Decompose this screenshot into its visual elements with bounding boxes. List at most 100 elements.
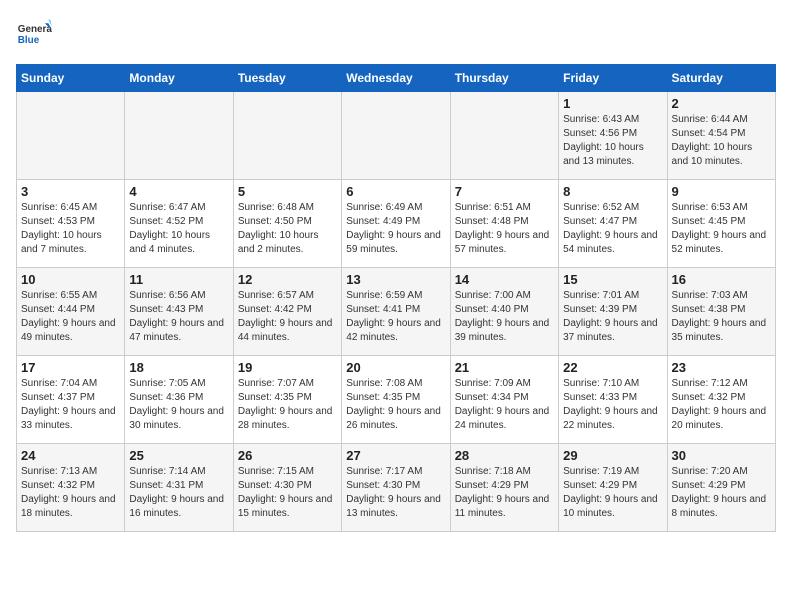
day-info: Sunrise: 7:19 AM Sunset: 4:29 PM Dayligh… bbox=[563, 465, 662, 521]
day-info: Sunrise: 6:45 AM Sunset: 4:53 PM Dayligh… bbox=[21, 201, 120, 257]
day-number: 22 bbox=[563, 360, 662, 375]
day-info: Sunrise: 7:18 AM Sunset: 4:29 PM Dayligh… bbox=[455, 465, 554, 521]
calendar-cell: 2Sunrise: 6:44 AM Sunset: 4:54 PM Daylig… bbox=[667, 92, 775, 180]
calendar-cell bbox=[342, 92, 450, 180]
day-info: Sunrise: 6:59 AM Sunset: 4:41 PM Dayligh… bbox=[346, 289, 445, 345]
day-info: Sunrise: 7:14 AM Sunset: 4:31 PM Dayligh… bbox=[129, 465, 228, 521]
calendar-table: SundayMondayTuesdayWednesdayThursdayFrid… bbox=[16, 64, 776, 532]
week-row: 1 Sunrise: 6:43 AM Sunset: 4:56 PM Daylig… bbox=[17, 92, 776, 180]
day-info: Sunrise: 7:17 AM Sunset: 4:30 PM Dayligh… bbox=[346, 465, 445, 521]
day-number: 3 bbox=[21, 184, 120, 199]
day-number: 17 bbox=[21, 360, 120, 375]
day-number: 14 bbox=[455, 272, 554, 287]
day-number: 24 bbox=[21, 448, 120, 463]
day-number: 6 bbox=[346, 184, 445, 199]
calendar-cell: 28 Sunrise: 7:18 AM Sunset: 4:29 PM Dayli… bbox=[450, 444, 558, 532]
day-info: Sunrise: 7:03 AM Sunset: 4:38 PM Dayligh… bbox=[672, 289, 771, 345]
day-info: Sunrise: 7:09 AM Sunset: 4:34 PM Dayligh… bbox=[455, 377, 554, 433]
day-number: 4 bbox=[129, 184, 228, 199]
day-info: Sunrise: 7:13 AM Sunset: 4:32 PM Dayligh… bbox=[21, 465, 120, 521]
day-header-sunday: Sunday bbox=[17, 65, 125, 92]
calendar-cell: 13 Sunrise: 6:59 AM Sunset: 4:41 PM Dayli… bbox=[342, 268, 450, 356]
svg-text:Blue: Blue bbox=[18, 35, 40, 46]
day-number: 25 bbox=[129, 448, 228, 463]
svg-text:General: General bbox=[18, 24, 52, 35]
calendar-cell: 12 Sunrise: 6:57 AM Sunset: 4:42 PM Dayli… bbox=[233, 268, 341, 356]
calendar-cell bbox=[17, 92, 125, 180]
day-number: 8 bbox=[563, 184, 662, 199]
day-info: Sunrise: 6:51 AM Sunset: 4:48 PM Dayligh… bbox=[455, 201, 554, 257]
day-info: Sunrise: 7:08 AM Sunset: 4:35 PM Dayligh… bbox=[346, 377, 445, 433]
calendar-cell: 8 Sunrise: 6:52 AM Sunset: 4:47 PM Daylig… bbox=[559, 180, 667, 268]
day-number: 28 bbox=[455, 448, 554, 463]
calendar-cell: 27 Sunrise: 7:17 AM Sunset: 4:30 PM Dayli… bbox=[342, 444, 450, 532]
calendar-cell: 22 Sunrise: 7:10 AM Sunset: 4:33 PM Dayli… bbox=[559, 356, 667, 444]
calendar-cell: 4Sunrise: 6:47 AM Sunset: 4:52 PM Daylig… bbox=[125, 180, 233, 268]
day-number: 19 bbox=[238, 360, 337, 375]
calendar-cell: 18 Sunrise: 7:05 AM Sunset: 4:36 PM Dayli… bbox=[125, 356, 233, 444]
calendar-body: 1 Sunrise: 6:43 AM Sunset: 4:56 PM Daylig… bbox=[17, 92, 776, 532]
day-info: Sunrise: 7:10 AM Sunset: 4:33 PM Dayligh… bbox=[563, 377, 662, 433]
day-number: 27 bbox=[346, 448, 445, 463]
calendar-cell: 16 Sunrise: 7:03 AM Sunset: 4:38 PM Dayli… bbox=[667, 268, 775, 356]
calendar-cell: 17 Sunrise: 7:04 AM Sunset: 4:37 PM Dayli… bbox=[17, 356, 125, 444]
day-info: Sunrise: 7:04 AM Sunset: 4:37 PM Dayligh… bbox=[21, 377, 120, 433]
day-info: Sunrise: 6:53 AM Sunset: 4:45 PM Dayligh… bbox=[672, 201, 771, 257]
day-info: Sunrise: 6:52 AM Sunset: 4:47 PM Dayligh… bbox=[563, 201, 662, 257]
day-number: 16 bbox=[672, 272, 771, 287]
calendar-cell: 23Sunrise: 7:12 AM Sunset: 4:32 PM Dayli… bbox=[667, 356, 775, 444]
calendar-cell: 25 Sunrise: 7:14 AM Sunset: 4:31 PM Dayli… bbox=[125, 444, 233, 532]
logo-icon: General Blue bbox=[16, 16, 52, 52]
day-number: 11 bbox=[129, 272, 228, 287]
week-row: 24 Sunrise: 7:13 AM Sunset: 4:32 PM Dayli… bbox=[17, 444, 776, 532]
day-info: Sunrise: 7:05 AM Sunset: 4:36 PM Dayligh… bbox=[129, 377, 228, 433]
day-info: Sunrise: 6:49 AM Sunset: 4:49 PM Dayligh… bbox=[346, 201, 445, 257]
day-number: 26 bbox=[238, 448, 337, 463]
calendar-cell: 21 Sunrise: 7:09 AM Sunset: 4:34 PM Dayli… bbox=[450, 356, 558, 444]
day-number: 1 bbox=[563, 96, 662, 111]
day-header-friday: Friday bbox=[559, 65, 667, 92]
day-info: Sunrise: 7:12 AM Sunset: 4:32 PM Dayligh… bbox=[672, 377, 771, 433]
day-info: Sunrise: 7:00 AM Sunset: 4:40 PM Dayligh… bbox=[455, 289, 554, 345]
day-number: 18 bbox=[129, 360, 228, 375]
day-info: Sunrise: 7:20 AM Sunset: 4:29 PM Dayligh… bbox=[672, 465, 771, 521]
day-header-saturday: Saturday bbox=[667, 65, 775, 92]
day-number: 5 bbox=[238, 184, 337, 199]
calendar-cell: 1 Sunrise: 6:43 AM Sunset: 4:56 PM Daylig… bbox=[559, 92, 667, 180]
day-info: Sunrise: 7:07 AM Sunset: 4:35 PM Dayligh… bbox=[238, 377, 337, 433]
day-number: 29 bbox=[563, 448, 662, 463]
day-header-tuesday: Tuesday bbox=[233, 65, 341, 92]
calendar-cell: 20 Sunrise: 7:08 AM Sunset: 4:35 PM Dayli… bbox=[342, 356, 450, 444]
day-number: 20 bbox=[346, 360, 445, 375]
header: General Blue bbox=[16, 16, 776, 52]
calendar-cell: 15Sunrise: 7:01 AM Sunset: 4:39 PM Dayli… bbox=[559, 268, 667, 356]
day-number: 21 bbox=[455, 360, 554, 375]
day-header-monday: Monday bbox=[125, 65, 233, 92]
calendar-cell: 26 Sunrise: 7:15 AM Sunset: 4:30 PM Dayli… bbox=[233, 444, 341, 532]
day-number: 15 bbox=[563, 272, 662, 287]
day-info: Sunrise: 6:57 AM Sunset: 4:42 PM Dayligh… bbox=[238, 289, 337, 345]
day-header-thursday: Thursday bbox=[450, 65, 558, 92]
calendar-cell bbox=[125, 92, 233, 180]
calendar-cell: 19 Sunrise: 7:07 AM Sunset: 4:35 PM Dayli… bbox=[233, 356, 341, 444]
week-row: 17 Sunrise: 7:04 AM Sunset: 4:37 PM Dayli… bbox=[17, 356, 776, 444]
day-info: Sunrise: 6:43 AM Sunset: 4:56 PM Dayligh… bbox=[563, 113, 662, 169]
week-row: 3 Sunrise: 6:45 AM Sunset: 4:53 PM Daylig… bbox=[17, 180, 776, 268]
day-info: Sunrise: 6:55 AM Sunset: 4:44 PM Dayligh… bbox=[21, 289, 120, 345]
day-header-wednesday: Wednesday bbox=[342, 65, 450, 92]
day-info: Sunrise: 6:44 AM Sunset: 4:54 PM Dayligh… bbox=[672, 113, 771, 169]
day-info: Sunrise: 6:56 AM Sunset: 4:43 PM Dayligh… bbox=[129, 289, 228, 345]
day-number: 13 bbox=[346, 272, 445, 287]
day-number: 12 bbox=[238, 272, 337, 287]
calendar-cell: 7Sunrise: 6:51 AM Sunset: 4:48 PM Daylig… bbox=[450, 180, 558, 268]
calendar-cell: 29 Sunrise: 7:19 AM Sunset: 4:29 PM Dayli… bbox=[559, 444, 667, 532]
calendar-cell: 3 Sunrise: 6:45 AM Sunset: 4:53 PM Daylig… bbox=[17, 180, 125, 268]
calendar-cell: 5 Sunrise: 6:48 AM Sunset: 4:50 PM Daylig… bbox=[233, 180, 341, 268]
calendar-cell: 11 Sunrise: 6:56 AM Sunset: 4:43 PM Dayli… bbox=[125, 268, 233, 356]
day-info: Sunrise: 7:15 AM Sunset: 4:30 PM Dayligh… bbox=[238, 465, 337, 521]
header-row: SundayMondayTuesdayWednesdayThursdayFrid… bbox=[17, 65, 776, 92]
calendar-cell: 30Sunrise: 7:20 AM Sunset: 4:29 PM Dayli… bbox=[667, 444, 775, 532]
day-info: Sunrise: 6:48 AM Sunset: 4:50 PM Dayligh… bbox=[238, 201, 337, 257]
calendar-cell: 24 Sunrise: 7:13 AM Sunset: 4:32 PM Dayli… bbox=[17, 444, 125, 532]
calendar-header: SundayMondayTuesdayWednesdayThursdayFrid… bbox=[17, 65, 776, 92]
